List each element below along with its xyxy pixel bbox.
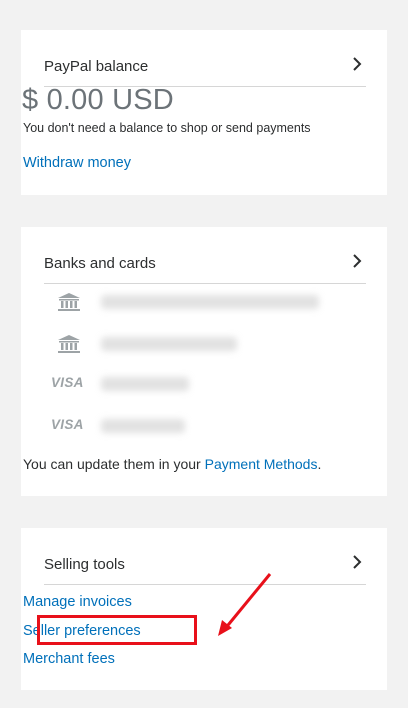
highlight-box bbox=[37, 615, 197, 645]
manage-invoices-link[interactable]: Manage invoices bbox=[23, 594, 132, 610]
balance-note: You don't need a balance to shop or send… bbox=[23, 121, 311, 135]
redacted-card-number bbox=[101, 419, 185, 433]
balance-amount: $ 0.00 USD bbox=[22, 84, 174, 116]
visa-logo-icon: VISA bbox=[51, 375, 84, 390]
balance-card-header[interactable]: PayPal balance bbox=[44, 52, 366, 87]
note-suffix: . bbox=[317, 456, 322, 472]
balance-card-title: PayPal balance bbox=[44, 58, 149, 75]
redacted-bank-name bbox=[101, 295, 319, 309]
merchant-fees-link[interactable]: Merchant fees bbox=[23, 651, 115, 667]
bank-icon bbox=[58, 335, 80, 353]
red-arrow-annotation bbox=[218, 573, 272, 636]
payment-method-row[interactable]: VISA bbox=[21, 411, 387, 441]
chevron-right-icon[interactable] bbox=[350, 57, 364, 71]
chevron-right-icon[interactable] bbox=[350, 555, 364, 569]
payment-method-row[interactable] bbox=[21, 287, 387, 317]
payment-method-row[interactable]: VISA bbox=[21, 369, 387, 399]
banks-card-header[interactable]: Banks and cards bbox=[44, 249, 366, 284]
withdraw-money-link[interactable]: Withdraw money bbox=[23, 155, 131, 171]
banks-card-title: Banks and cards bbox=[44, 255, 156, 272]
payment-methods-note: You can update them in your Payment Meth… bbox=[23, 456, 321, 472]
selling-card-header[interactable]: Selling tools bbox=[44, 550, 366, 585]
redacted-bank-name bbox=[101, 337, 237, 351]
chevron-right-icon[interactable] bbox=[350, 254, 364, 268]
selling-card-title: Selling tools bbox=[44, 556, 125, 573]
redacted-card-number bbox=[101, 377, 189, 391]
payment-method-row[interactable] bbox=[21, 329, 387, 359]
payment-methods-link[interactable]: Payment Methods bbox=[205, 456, 318, 472]
note-prefix: You can update them in your bbox=[23, 456, 205, 472]
bank-icon bbox=[58, 293, 80, 311]
visa-logo-icon: VISA bbox=[51, 417, 84, 432]
